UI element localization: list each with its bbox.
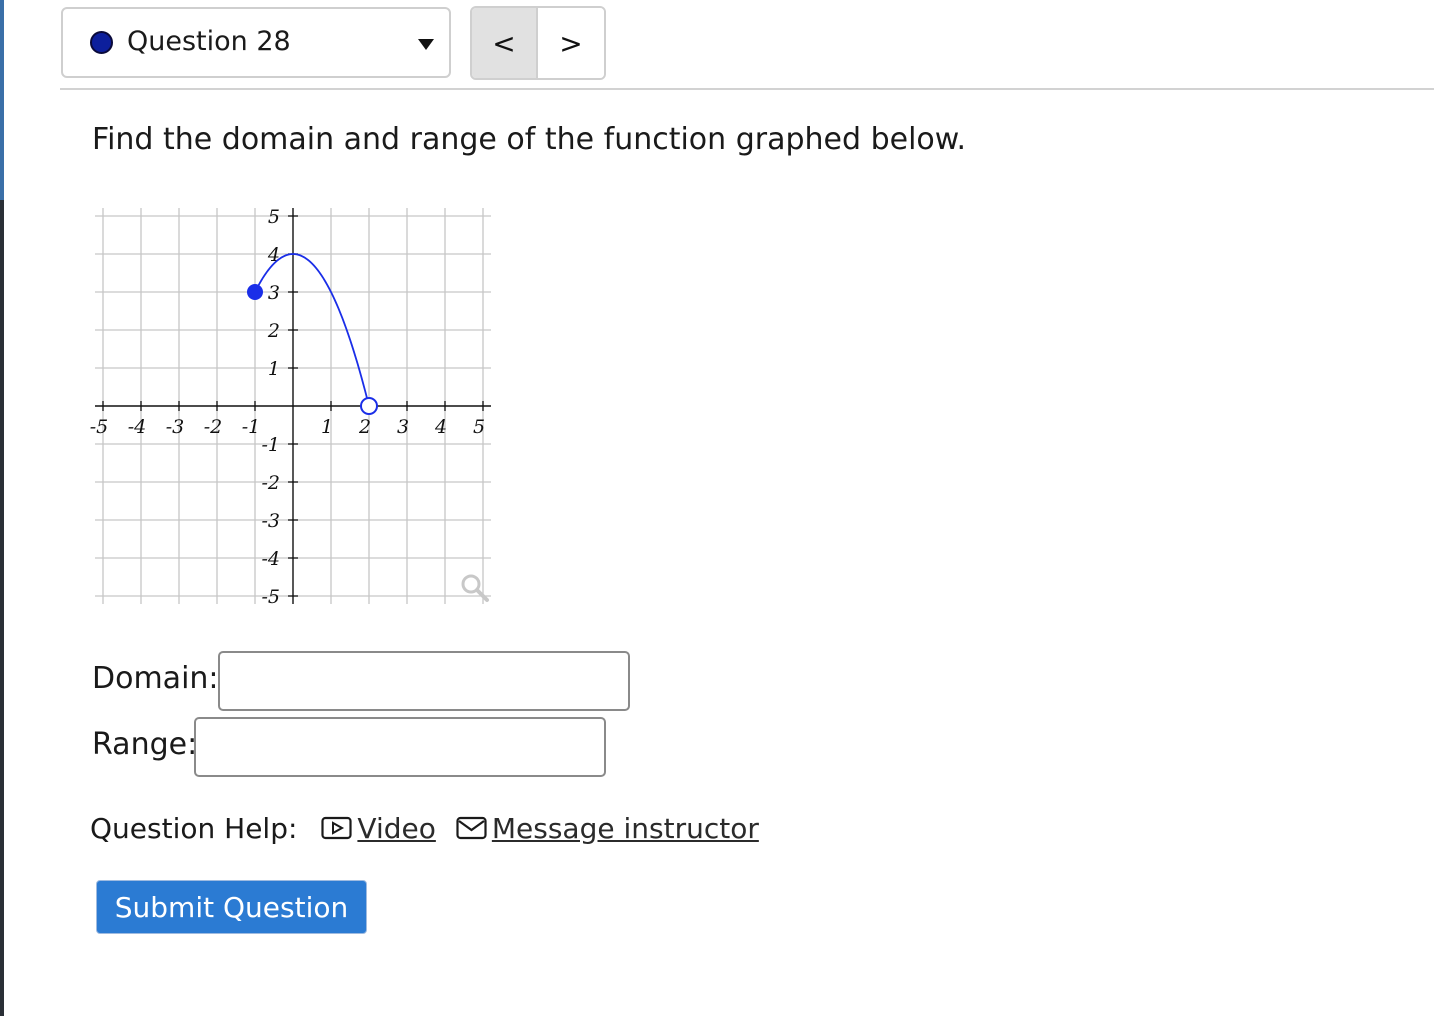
header-divider bbox=[60, 88, 1434, 90]
window-edge bbox=[0, 0, 4, 1016]
question-help-label: Question Help: bbox=[90, 811, 298, 845]
question-selector[interactable]: Question 28 bbox=[61, 7, 451, 78]
y-tick-label: 2 bbox=[267, 320, 280, 342]
y-tick-label: -3 bbox=[261, 510, 280, 532]
x-tick-label: 5 bbox=[473, 416, 485, 438]
message-instructor-label: Message instructor bbox=[491, 811, 759, 845]
previous-question-button[interactable]: < bbox=[472, 8, 539, 78]
y-tick-label: -2 bbox=[261, 472, 280, 494]
y-tick-label: 1 bbox=[268, 358, 280, 380]
open-endpoint bbox=[360, 397, 378, 415]
domain-label: Domain: bbox=[92, 661, 219, 696]
message-instructor-link[interactable]: Message instructor bbox=[456, 812, 759, 845]
y-tick-label: 5 bbox=[268, 206, 280, 228]
x-tick-label: -5 bbox=[90, 416, 108, 438]
video-link-label: Video bbox=[357, 811, 436, 845]
x-tick-label: 3 bbox=[397, 416, 409, 438]
caret-down-icon[interactable] bbox=[418, 39, 434, 50]
x-tick-label: -2 bbox=[204, 416, 223, 438]
y-tick-label: -5 bbox=[261, 586, 280, 608]
video-link[interactable]: Video bbox=[321, 811, 436, 845]
function-graph: -5 -4 -3 -2 -1 1 2 3 4 5 5 4 3 2 1 -1 -2 -3 -4 -5 bbox=[90, 203, 500, 617]
y-tick-label: 4 bbox=[267, 244, 280, 266]
domain-input[interactable] bbox=[218, 651, 630, 711]
question-navigation: < > bbox=[470, 6, 606, 80]
graph-canvas: -5 -4 -3 -2 -1 1 2 3 4 5 5 4 3 2 1 -1 -2 -3 -4 -5 bbox=[90, 206, 491, 608]
y-tick-label: 3 bbox=[268, 282, 280, 304]
next-question-button[interactable]: > bbox=[538, 8, 604, 78]
y-tick-label: -1 bbox=[261, 434, 280, 456]
question-help: Question Help: Video Message instructor bbox=[90, 808, 779, 848]
magnifier-handle bbox=[475, 588, 489, 602]
envelope-icon bbox=[456, 816, 487, 840]
question-prompt: Find the domain and range of the functio… bbox=[92, 122, 967, 157]
x-tick-label: -4 bbox=[128, 416, 147, 438]
y-tick-label: -4 bbox=[261, 548, 280, 570]
x-tick-label: 1 bbox=[321, 416, 333, 438]
range-input[interactable] bbox=[194, 717, 606, 777]
video-play-icon bbox=[321, 816, 353, 840]
x-tick-label: -1 bbox=[242, 416, 261, 438]
closed-endpoint bbox=[247, 284, 263, 300]
x-tick-label: 2 bbox=[358, 416, 371, 438]
submit-question-button[interactable]: Submit Question bbox=[96, 880, 367, 934]
question-label: Question 28 bbox=[127, 26, 291, 57]
x-tick-label: -3 bbox=[166, 416, 185, 438]
filled-circle-icon bbox=[90, 31, 113, 54]
range-label: Range: bbox=[92, 727, 198, 762]
x-tick-label: 4 bbox=[434, 416, 447, 438]
